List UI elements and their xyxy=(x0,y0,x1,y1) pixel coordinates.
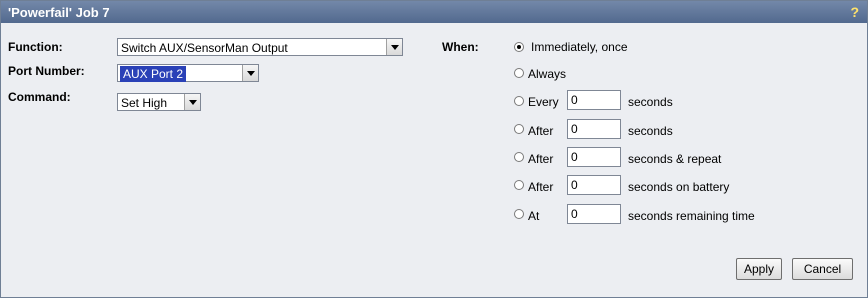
dialog-body: Function: Switch AUX/SensorMan Output Po… xyxy=(1,23,867,297)
radio-every[interactable] xyxy=(514,96,524,106)
chevron-down-icon xyxy=(386,39,402,55)
chevron-down-icon xyxy=(184,94,200,110)
every-seconds-input[interactable]: 0 xyxy=(567,90,621,110)
after-battery-seconds-input[interactable]: 0 xyxy=(567,175,621,195)
every-unit-label: seconds xyxy=(628,95,673,109)
radio-after-repeat[interactable] xyxy=(514,152,524,162)
radio-always-label: Always xyxy=(528,67,567,81)
dialog-title: 'Powerfail' Job 7 xyxy=(8,5,110,20)
after-seconds-input[interactable]: 0 xyxy=(567,119,621,139)
function-label: Function: xyxy=(8,40,63,54)
radio-always[interactable] xyxy=(514,68,524,78)
radio-after-repeat-label: After xyxy=(528,152,554,166)
radio-after-battery[interactable] xyxy=(514,180,524,190)
port-number-select[interactable]: AUX Port 2 xyxy=(117,64,259,82)
port-number-select-value: AUX Port 2 xyxy=(120,66,187,82)
command-select-value: Set High xyxy=(121,96,168,110)
chevron-down-icon xyxy=(242,65,258,81)
cancel-button[interactable]: Cancel xyxy=(792,258,853,280)
after-repeat-seconds-input[interactable]: 0 xyxy=(567,147,621,167)
after-unit-label: seconds xyxy=(628,124,673,138)
radio-after-label: After xyxy=(528,124,554,138)
at-unit-label: seconds remaining time xyxy=(628,209,755,223)
help-icon[interactable]: ? xyxy=(850,4,859,20)
after-battery-unit-label: seconds on battery xyxy=(628,180,730,194)
when-label: When: xyxy=(442,40,479,54)
radio-after-battery-label: After xyxy=(528,180,554,194)
radio-at-label: At xyxy=(528,209,540,223)
job-dialog: 'Powerfail' Job 7 ? Function: Switch AUX… xyxy=(0,0,868,298)
radio-immediately[interactable] xyxy=(514,42,524,52)
radio-every-label: Every xyxy=(528,95,559,109)
apply-button[interactable]: Apply xyxy=(736,258,782,280)
at-seconds-input[interactable]: 0 xyxy=(567,204,621,224)
title-bar: 'Powerfail' Job 7 ? xyxy=(1,1,867,23)
after-repeat-unit-label: seconds & repeat xyxy=(628,152,722,166)
port-number-label: Port Number: xyxy=(8,64,85,78)
radio-at[interactable] xyxy=(514,209,524,219)
function-select-value: Switch AUX/SensorMan Output xyxy=(121,41,288,55)
radio-immediately-label: Immediately, once xyxy=(531,40,628,54)
radio-after[interactable] xyxy=(514,124,524,134)
command-select[interactable]: Set High xyxy=(117,93,201,111)
command-label: Command: xyxy=(8,90,71,104)
function-select[interactable]: Switch AUX/SensorMan Output xyxy=(117,38,403,56)
